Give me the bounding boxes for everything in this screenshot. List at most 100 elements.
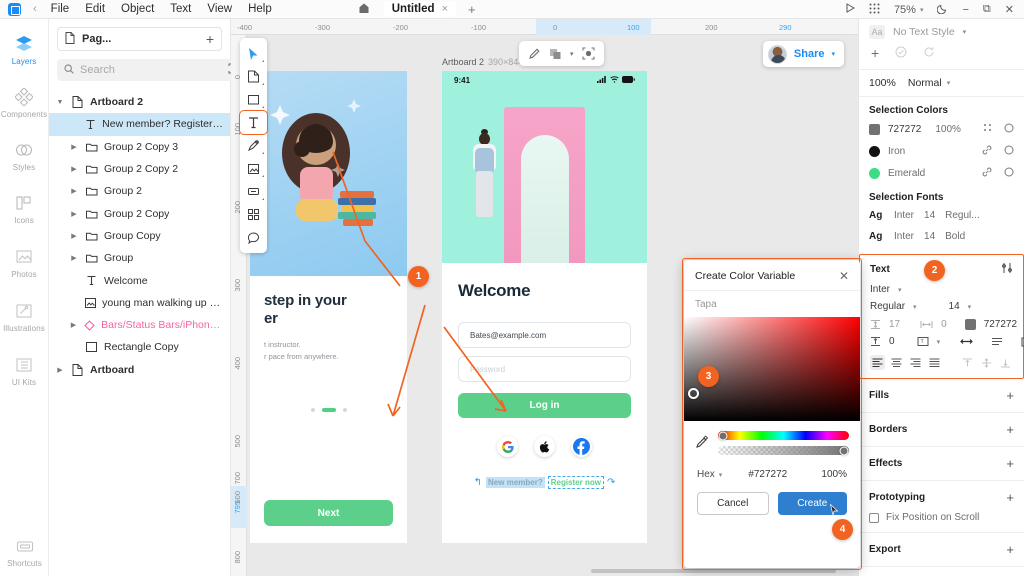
artboard-1[interactable]: step in your er t instructor. r pace fro…	[250, 71, 407, 543]
menu-item-view[interactable]: View	[207, 3, 232, 15]
layer-row[interactable]: young man walking up stairs	[49, 292, 230, 314]
minimize-button[interactable]: −	[962, 4, 968, 16]
chevron-down-icon[interactable]: ▾	[719, 471, 723, 479]
text-color-hex[interactable]: 727272	[984, 319, 1017, 330]
dot[interactable]	[310, 407, 315, 412]
line-height-value[interactable]: 17	[889, 319, 900, 330]
horizontal-ruler[interactable]: -400 -300 -200 -100 0 100 200 290 400 50…	[231, 19, 858, 35]
selection-color-row[interactable]: Iron	[859, 140, 1024, 162]
layer-row[interactable]: Welcome	[49, 269, 230, 291]
dot-active[interactable]	[321, 407, 336, 412]
search-input[interactable]	[80, 64, 222, 76]
menu-item-help[interactable]: Help	[248, 3, 272, 15]
alpha-knob[interactable]	[839, 446, 849, 455]
home-icon[interactable]	[358, 2, 370, 17]
layer-row[interactable]: Rectangle Copy	[49, 336, 230, 358]
variable-name-input[interactable]: Tapa	[684, 291, 860, 317]
opacity-value[interactable]: 100%	[821, 469, 847, 480]
new-tab-button[interactable]: +	[468, 2, 476, 17]
section-effects[interactable]: Effects +	[859, 447, 1024, 481]
color-swatch[interactable]	[869, 145, 880, 157]
disclosure-triangle-icon[interactable]: ▶	[69, 165, 79, 173]
text-color-swatch[interactable]	[964, 318, 976, 330]
chevron-down-icon[interactable]: ▾	[963, 28, 967, 36]
unlink-variable-icon[interactable]	[982, 145, 992, 157]
dot[interactable]	[342, 407, 347, 412]
color-format-dropdown[interactable]: Hex ▾	[697, 469, 722, 480]
text-transform-icon[interactable]: T	[917, 336, 929, 347]
chevron-down-icon[interactable]: ▾	[968, 303, 972, 311]
color-picker-knob[interactable]	[688, 388, 699, 399]
layer-row[interactable]: ▶ Group 2 Copy	[49, 202, 230, 224]
menu-item-edit[interactable]: Edit	[85, 3, 105, 15]
play-icon[interactable]	[846, 3, 855, 16]
selection-color-row[interactable]: 727272 100%	[859, 118, 1024, 140]
search-box[interactable]	[57, 59, 246, 81]
pen-icon[interactable]	[240, 134, 267, 157]
layer-row[interactable]: ▶ Group	[49, 247, 230, 269]
create-variable-icon[interactable]	[1004, 167, 1014, 179]
fix-position-row[interactable]: Fix Position on Scroll	[859, 510, 1024, 533]
maximize-button[interactable]: ⧉	[983, 3, 991, 16]
disclosure-triangle-icon[interactable]: ▶	[69, 143, 79, 151]
section-prototyping[interactable]: Prototyping +	[859, 481, 1024, 510]
selection-font-row[interactable]: Ag Inter 14 Regul...	[859, 205, 1024, 226]
boolean-icon[interactable]	[549, 48, 562, 60]
hue-knob[interactable]	[718, 431, 728, 440]
align-left-icon[interactable]	[870, 355, 886, 370]
components-tool[interactable]	[240, 203, 267, 226]
artboard-tool[interactable]	[240, 65, 267, 88]
rail-item-components[interactable]: Components	[0, 86, 48, 119]
layer-row[interactable]: ▼ Artboard 2	[49, 91, 230, 113]
opacity-value[interactable]: 100%	[869, 77, 896, 89]
pencil-icon[interactable]	[528, 47, 541, 60]
artboard-2-label[interactable]: Artboard 2 390×844	[442, 57, 523, 67]
share-button[interactable]: Share ▾	[762, 41, 844, 67]
section-borders[interactable]: Borders +	[859, 413, 1024, 447]
mask-icon[interactable]	[582, 47, 595, 60]
login-button[interactable]: Log in	[458, 393, 631, 418]
font-weight-size-row[interactable]: Regular ▾ 14 ▾	[860, 298, 1023, 315]
back-chevron-icon[interactable]: ‹	[33, 3, 37, 15]
section-export[interactable]: Export +	[859, 533, 1024, 567]
align-top-icon[interactable]	[960, 355, 975, 370]
disclosure-triangle-icon[interactable]: ▶	[55, 366, 65, 374]
color-swatch[interactable]	[869, 167, 880, 179]
layer-row[interactable]: ▶ Group Copy	[49, 225, 230, 247]
hex-value[interactable]: #727272	[748, 469, 787, 480]
create-button[interactable]: Create	[777, 492, 847, 516]
align-center-icon[interactable]	[889, 355, 904, 370]
rail-item-uikits[interactable]: UI Kits	[0, 354, 48, 387]
add-prototype-button[interactable]: +	[1006, 490, 1014, 505]
alpha-slider[interactable]	[718, 446, 849, 455]
button-tool[interactable]	[240, 180, 267, 203]
register-link[interactable]: Register now	[547, 476, 604, 489]
menu-item-text[interactable]: Text	[170, 3, 191, 15]
align-justify-icon[interactable]	[927, 355, 942, 370]
add-export-button[interactable]: +	[1006, 542, 1014, 557]
layer-row[interactable]: ▶ Group 2 Copy 3	[49, 136, 230, 158]
chevron-down-icon[interactable]: ▾	[947, 79, 951, 87]
artboard-2[interactable]: 9:41 Welcome Bates@example.com Password	[442, 71, 647, 543]
grid-icon[interactable]	[869, 3, 880, 17]
create-variable-icon[interactable]	[1004, 123, 1014, 135]
layer-row[interactable]: ▶ Group 2 Copy 2	[49, 158, 230, 180]
layer-row[interactable]: ▶ Group 2	[49, 180, 230, 202]
font-family-row[interactable]: Inter ▾	[860, 281, 1023, 298]
rail-item-illustrations[interactable]: Illustrations	[0, 300, 48, 333]
auto-height-icon[interactable]	[991, 337, 1003, 346]
layer-row[interactable]: ▶ Artboard	[49, 359, 230, 381]
close-button[interactable]: ✕	[1005, 3, 1014, 16]
menu-item-object[interactable]: Object	[121, 3, 154, 15]
text-style-row[interactable]: Aa No Text Style ▾	[859, 19, 1024, 39]
reset-style-icon[interactable]	[923, 46, 935, 61]
disclosure-triangle-icon[interactable]: ▶	[69, 187, 79, 195]
align-right-icon[interactable]	[908, 355, 923, 370]
facebook-icon[interactable]	[571, 436, 592, 457]
fix-position-checkbox[interactable]	[869, 512, 879, 523]
tab-untitled[interactable]: Untitled ×	[383, 1, 456, 17]
cancel-button[interactable]: Cancel	[697, 492, 769, 515]
rail-item-layers[interactable]: Layers	[0, 33, 48, 66]
chevron-down-icon[interactable]: ▾	[898, 286, 902, 294]
google-icon[interactable]	[497, 436, 518, 457]
